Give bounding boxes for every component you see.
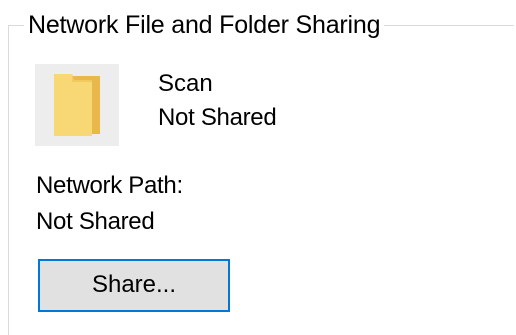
network-path-label: Network Path: [36, 172, 183, 199]
share-button-label: Share... [91, 270, 177, 298]
network-path-value: Not Shared [36, 208, 155, 235]
share-button[interactable]: Share... [38, 259, 230, 312]
folder-tile [35, 64, 119, 146]
folder-icon [54, 74, 100, 136]
folder-front [54, 74, 92, 136]
item-share-status: Not Shared [158, 104, 277, 131]
item-name: Scan [158, 70, 213, 97]
groupbox-title: Network File and Folder Sharing [24, 9, 385, 41]
sharing-panel: Network File and Folder Sharing Scan Not… [0, 0, 516, 335]
